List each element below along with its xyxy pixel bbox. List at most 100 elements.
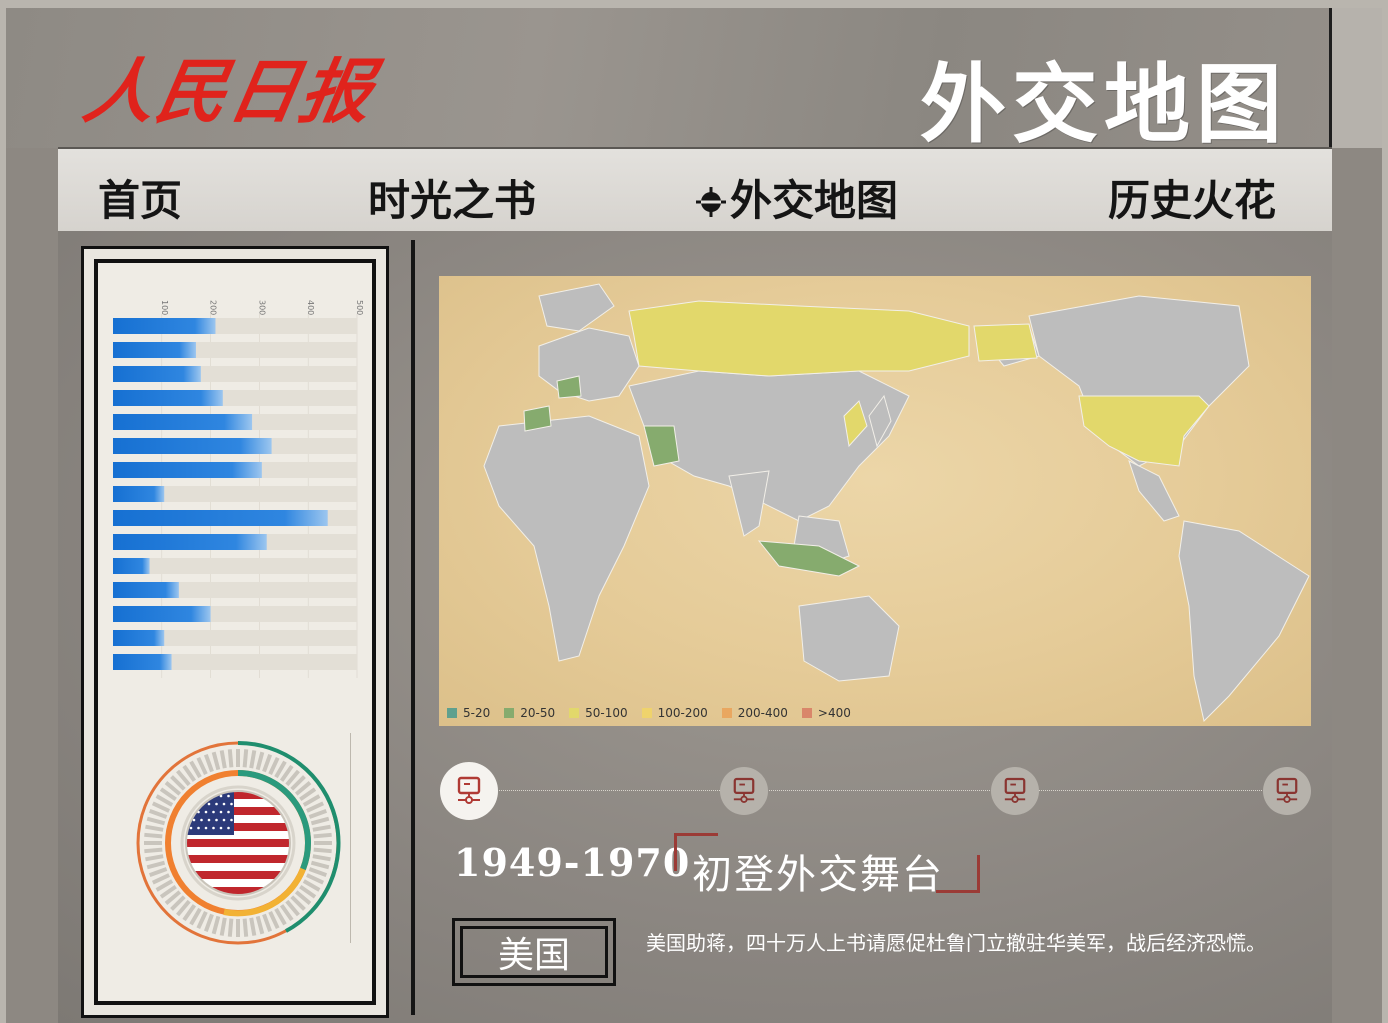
donut-tick [203,753,214,773]
stats-panel: 100 200 300 400 500 [81,246,389,1018]
legend-label: 5-20 [463,706,491,720]
legend-item[interactable]: 50-100 [569,706,628,720]
timeline-node[interactable] [1263,767,1311,815]
donut-tick [312,854,331,862]
legend-label: 20-50 [520,706,556,720]
bar [113,582,179,598]
bar [113,630,165,646]
bar [113,654,172,670]
bar [113,606,211,622]
donut-tick [196,756,208,775]
map-legend: 5-20 20-50 50-100 100-200 200-400 >400 [447,706,851,720]
timeline-node[interactable] [720,767,768,815]
donut-tick [310,860,330,870]
world-map[interactable]: 5-20 20-50 50-100 100-200 200-400 >400 [439,276,1311,726]
us-flag-icon [185,790,291,896]
donut-tick [211,751,221,771]
donut-tick [306,873,325,885]
legend-item[interactable]: 20-50 [504,706,555,720]
donut-tick [308,867,328,878]
bar [113,534,267,550]
donut-tick [203,913,214,933]
donut-tick [145,854,164,862]
era-title: 初登外交舞台 [692,852,944,898]
donut-tick [242,749,249,768]
legend-item[interactable]: >400 [801,706,851,720]
donut-tick [312,824,331,832]
legend-label: 50-100 [585,706,628,720]
donut-tick [144,832,163,839]
tick-label: 500 [355,300,364,315]
legend-item[interactable]: 200-400 [721,706,788,720]
donut-tick [255,915,265,935]
bar [113,318,216,334]
legend-item[interactable]: 100-200 [641,706,708,720]
legend-swatch [504,708,515,718]
presentation-icon [457,776,481,804]
donut-tick [310,816,330,826]
donut-tick [196,911,208,930]
nav-item-diplomatic-map[interactable]: 外交地图 [694,167,898,229]
legend-label: 200-400 [737,706,788,720]
tick-label: 400 [306,300,315,315]
presentation-icon [1276,777,1298,804]
country-description: 美国助蒋，四十万人上书请愿促杜鲁门立撤驻华美军，战后经济恐慌。 [646,931,1266,955]
timeline-node[interactable] [440,762,498,820]
nav-item-book-of-time[interactable]: 时光之书 [368,167,536,228]
divider [350,733,351,943]
donut-chart [136,740,341,945]
bar [113,342,196,358]
bar [113,558,150,574]
donut-tick [227,918,234,937]
country-name: 美国 [460,926,608,978]
header-edge [1332,8,1382,148]
donut-tick [255,751,265,771]
donut-tick [313,847,332,854]
donut-tick [146,816,166,826]
nav-item-home[interactable]: 首页 [98,167,182,228]
nav-item-label: 历史火花 [1108,176,1277,225]
timeline-node[interactable] [991,767,1039,815]
tick-label: 100 [160,300,169,315]
legend-item[interactable]: 5-20 [447,706,490,720]
bar [113,510,328,526]
bar [113,414,253,430]
presentation-icon [733,777,755,804]
donut-tick [242,918,249,937]
timeline-track [470,790,1290,791]
donut-tick [306,801,325,813]
legend-swatch [447,708,457,718]
site-title: 外交地图 [920,54,1288,155]
presentation-icon [1004,777,1026,804]
donut-tick [308,808,328,819]
donut-tick [219,917,227,936]
donut-tick [262,913,273,933]
donut-tick [148,867,168,878]
bar [113,462,262,478]
donut-tick [151,873,170,885]
era-year-range: 1949-1970 [454,840,691,885]
bar-track [113,558,357,574]
tick-label: 300 [257,300,266,315]
nav-item-history-sparks[interactable]: 历史火花 [1108,167,1276,228]
nav-item-label: 首页 [98,176,183,225]
bar [113,438,272,454]
crosshair-icon [694,180,728,229]
donut-tick [148,808,168,819]
bar [113,390,223,406]
main-nav: 首页 时光之书 外交地图 历史火花 [58,147,1332,231]
stats-panel-inner: 100 200 300 400 500 [94,259,376,1005]
donut-tick [219,750,227,769]
legend-swatch [641,708,652,718]
donut-tick [249,917,257,936]
donut-tick [145,824,164,832]
donut-tick [268,756,280,775]
legend-label: 100-200 [657,706,708,720]
donut-tick [151,801,170,813]
donut-tick [211,915,221,935]
legend-swatch [801,708,812,718]
legend-swatch [569,708,580,718]
logo[interactable]: 人民日报 [77,36,383,137]
country-tag[interactable]: 美国 [452,918,616,986]
legend-swatch [721,708,732,718]
